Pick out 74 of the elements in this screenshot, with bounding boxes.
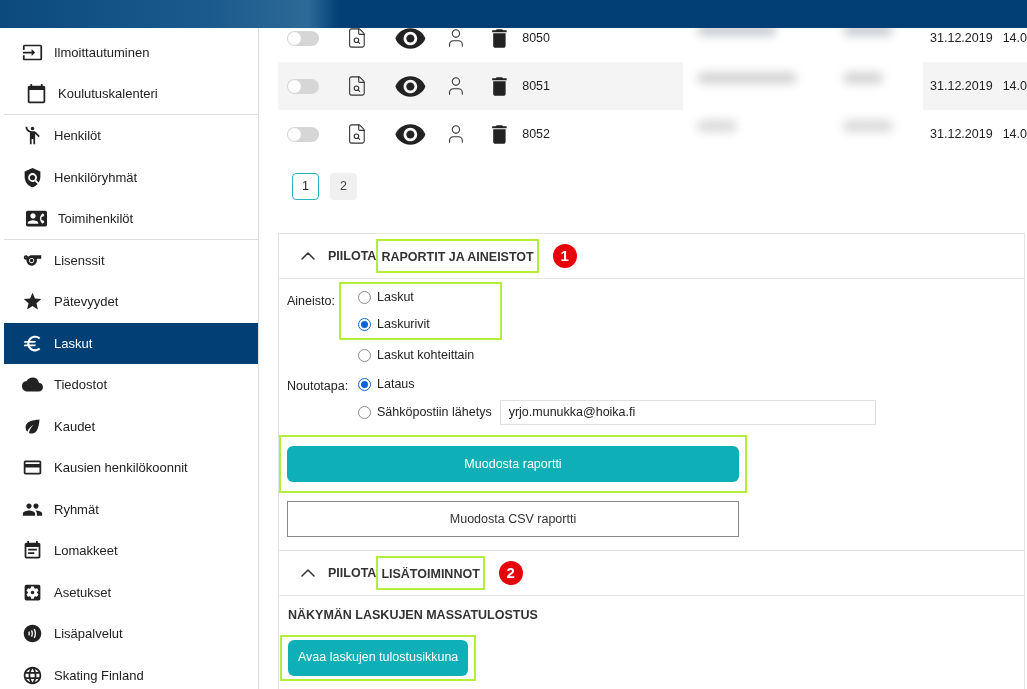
radio-button[interactable] xyxy=(358,349,371,362)
radio-button[interactable] xyxy=(358,318,371,331)
sidebar-item[interactable]: Pätevyydet xyxy=(4,281,258,323)
table-cell-text: 8052 xyxy=(522,125,552,143)
sidebar-label: Ilmoittautuminen xyxy=(54,44,150,62)
radio-button[interactable] xyxy=(358,405,371,419)
sidebar-item[interactable]: Lisäpalvelut xyxy=(4,613,258,655)
sidebar-item[interactable]: Toimihenkilöt xyxy=(4,198,258,240)
sidebar-item[interactable]: Koulutuskalenteri xyxy=(4,73,258,115)
table-cell-text: 14.0 xyxy=(1002,29,1027,47)
radio-label[interactable]: Lataus xyxy=(377,374,415,394)
sidebar-label: Lomakkeet xyxy=(54,542,118,560)
subsection-heading: NÄKYMÄN LASKUJEN MASSATULOSTUS xyxy=(287,607,539,624)
sidebar-item[interactable]: Kaudet xyxy=(4,405,258,447)
sidebar-item[interactable]: Asetukset xyxy=(4,571,258,613)
sidebar-label: Pätevyydet xyxy=(54,293,119,311)
sidebar-item[interactable]: Skating Finland xyxy=(4,654,258,689)
radio-label[interactable]: Laskut xyxy=(377,288,414,307)
table-cell-text: 31.12.2019 xyxy=(930,29,993,47)
document-search-icon[interactable] xyxy=(346,123,368,145)
table-cell-text: 14.0 xyxy=(1002,125,1027,143)
radio-label[interactable]: Laskurivit xyxy=(377,315,430,334)
globe-icon xyxy=(22,664,43,686)
shield-search-icon xyxy=(22,166,43,188)
table-cell-text: 8050 xyxy=(522,29,552,47)
sidebar-item[interactable]: Henkilöt xyxy=(4,115,258,157)
sidebar-label: Kaudet xyxy=(54,417,96,436)
section-title: RAPORTIT JA AINEISTOT xyxy=(381,250,534,264)
sidebar-label: Ryhmät xyxy=(54,500,99,519)
page-button[interactable]: 2 xyxy=(330,173,357,200)
sidebar-item[interactable]: Henkilöryhmät xyxy=(4,156,258,198)
table-cell-text: 8051 xyxy=(522,77,552,95)
radio-label[interactable]: Sähköpostiin lähetys xyxy=(377,402,492,422)
document-search-icon[interactable] xyxy=(346,28,368,49)
sidebar-label: Asetukset xyxy=(54,583,112,602)
annotation-badge: 1 xyxy=(552,244,577,268)
annotation-badge: 2 xyxy=(498,561,523,585)
radio-button[interactable] xyxy=(358,291,371,304)
toggle-switch[interactable] xyxy=(287,78,319,94)
radio-label[interactable]: Laskut kohteittain xyxy=(377,346,475,365)
sidebar-label: Lisenssit xyxy=(54,251,105,270)
report-button[interactable]: Muodosta CSV raportti xyxy=(287,501,739,537)
sidebar-item[interactable]: Lisenssit xyxy=(4,239,258,281)
field-label: Noutotapa: xyxy=(287,378,350,395)
sidebar-label: Laskut xyxy=(54,334,93,353)
sidebar-label: Skating Finland xyxy=(54,666,144,685)
sidebar-label: Henkilöryhmät xyxy=(54,168,138,187)
sidebar-item[interactable]: Tiedostot xyxy=(4,364,258,406)
document-search-icon[interactable] xyxy=(346,75,368,97)
sidebar-label: Henkilöt xyxy=(54,127,101,145)
sidebar-label: Koulutuskalenteri xyxy=(58,85,158,103)
sidebar-item[interactable]: Ilmoittautuminen xyxy=(4,32,258,74)
radio-button[interactable] xyxy=(358,377,371,391)
toggle-switch[interactable] xyxy=(287,30,319,46)
section-toggle-label[interactable]: PIILOTA xyxy=(328,563,377,583)
table-cell-text: 31.12.2019 xyxy=(930,125,993,143)
sidebar-label: Lisäpalvelut xyxy=(54,625,123,643)
sidebar-label: Tiedostot xyxy=(54,376,107,394)
sidebar-item[interactable]: Ryhmät xyxy=(4,488,258,530)
calendar-icon xyxy=(26,83,47,105)
section-toggle-label[interactable]: PIILOTA xyxy=(328,246,377,266)
field-label: Aineisto: xyxy=(287,293,336,310)
sidebar-item[interactable]: Laskut xyxy=(4,322,258,364)
contactless-icon xyxy=(22,623,43,645)
sidebar-item[interactable]: Lomakkeet xyxy=(4,530,258,572)
sidebar-label: Toimihenkilöt xyxy=(58,209,134,228)
toggle-switch[interactable] xyxy=(287,126,319,142)
email-field[interactable]: yrjo.munukka@hoika.fi xyxy=(499,399,876,425)
sidebar-item[interactable]: Kausien henkilökoonnit xyxy=(4,447,258,489)
table-cell-text: 31.12.2019 xyxy=(930,77,993,95)
sidebar-label: Kausien henkilökoonnit xyxy=(54,459,188,477)
section-title: LISÄTOIMINNOT xyxy=(381,567,480,581)
page-button[interactable]: 1 xyxy=(292,173,319,200)
table-cell-text: 14.0 xyxy=(1002,77,1027,95)
